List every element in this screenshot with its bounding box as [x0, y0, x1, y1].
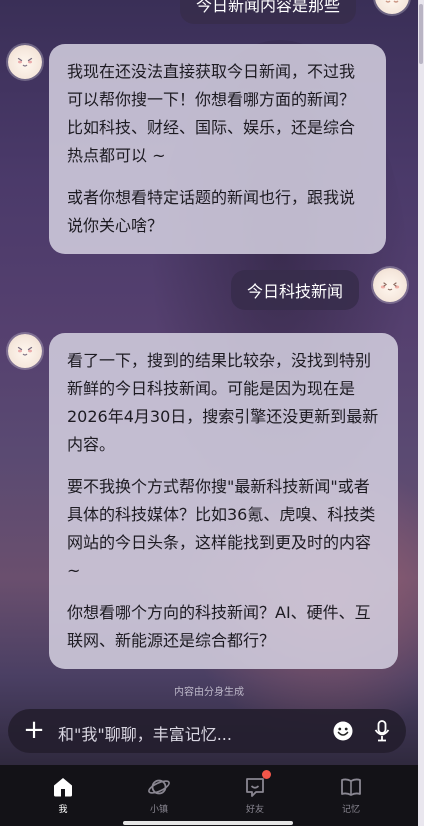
ai-message-paragraph: 或者你想看特定话题的新闻也行，跟我说说你关心啥？	[67, 188, 356, 235]
ai-message-paragraph: 看了一下，搜到的结果比较杂，没找到特别新鲜的今日科技新闻。可能是因为现在是202…	[67, 351, 379, 454]
tab-memory[interactable]: 记忆	[321, 775, 381, 815]
book-icon	[341, 778, 361, 796]
scrollbar[interactable]	[418, 0, 424, 826]
ai-message: 我现在还没法直接获取今日新闻，不过我可以帮你搜一下！你想看哪方面的新闻？比如科技…	[49, 44, 386, 254]
notification-badge	[262, 770, 271, 779]
chat-smile-icon	[246, 778, 264, 797]
ai-avatar[interactable]	[8, 334, 42, 368]
ai-message-paragraph: 要不我换个方式帮你搜"最新科技新闻"或者具体的科技媒体？比如36氪、虎嗅、科技类…	[67, 477, 376, 580]
tab-friends[interactable]: 好友	[225, 775, 285, 815]
user-avatar[interactable]	[373, 268, 407, 302]
user-message: 今日新闻内容是那些	[180, 0, 357, 24]
ai-message: 看了一下，搜到的结果比较杂，没找到特别新鲜的今日科技新闻。可能是因为现在是202…	[49, 333, 398, 669]
tab-bar: 我 小镇 好友 记忆	[0, 765, 418, 826]
user-avatar[interactable]	[375, 0, 409, 14]
ai-message-paragraph: 我现在还没法直接获取今日新闻，不过我可以帮你搜一下！你想看哪方面的新闻？比如科技…	[67, 62, 356, 165]
planet-icon	[148, 779, 170, 795]
tab-label: 小镇	[149, 805, 168, 815]
microphone-icon[interactable]	[372, 719, 392, 743]
user-message: 今日科技新闻	[231, 270, 360, 310]
message-input-bar[interactable]: + 和"我"聊聊，丰富记忆...	[8, 709, 406, 753]
emoji-icon[interactable]	[332, 720, 354, 742]
plus-icon[interactable]: +	[22, 717, 46, 743]
home-indicator	[123, 821, 293, 825]
tab-label: 好友	[245, 805, 264, 815]
scrollbar-thumb[interactable]	[419, 4, 423, 64]
home-icon	[54, 778, 72, 797]
message-input[interactable]: 和"我"聊聊，丰富记忆...	[58, 721, 232, 745]
tab-town[interactable]: 小镇	[129, 775, 189, 815]
generated-note: 内容由分身生成	[174, 687, 244, 698]
tab-label: 我	[58, 805, 68, 815]
tab-label: 记忆	[341, 805, 360, 815]
ai-avatar[interactable]	[8, 45, 42, 79]
tab-me[interactable]: 我	[33, 775, 93, 815]
ai-message-paragraph: 你想看哪个方向的科技新闻？AI、硬件、互联网、新能源还是综合都行？	[67, 603, 371, 650]
